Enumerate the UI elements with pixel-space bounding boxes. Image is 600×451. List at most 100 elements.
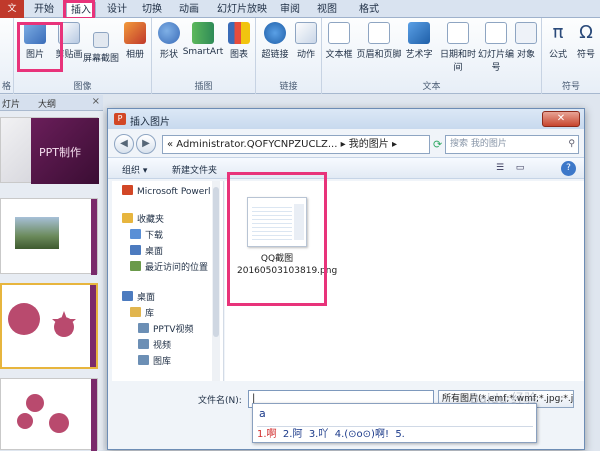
header-footer-icon: [368, 22, 390, 44]
filename-label: 文件名(N):: [198, 396, 242, 406]
watermark: Baidu 经验: [470, 392, 538, 407]
new-folder-button[interactable]: 新建文件夹: [172, 163, 217, 176]
ime-candidate-window: a 1.啊 2.阿 3.吖 4.(⊙o⊙)啊! 5.: [252, 403, 537, 443]
nav-item-desktop[interactable]: 桌面: [130, 245, 223, 260]
smartart-icon: [192, 22, 214, 44]
nav-item-libraries[interactable]: 库: [130, 307, 223, 322]
datetime-button-label: 日期和时间: [439, 50, 476, 73]
ime-composition: a: [259, 407, 266, 420]
powerpoint-icon: P: [114, 113, 126, 125]
shapes-button[interactable]: 形状: [154, 22, 184, 60]
datetime-button[interactable]: 日期和时间: [436, 22, 480, 73]
forward-button[interactable]: ▶: [136, 134, 156, 154]
slide-2-photo: [15, 217, 59, 249]
slide-3-shapes: [8, 303, 76, 337]
nav-item-label: 下载: [145, 231, 164, 241]
recent-places-icon: [130, 261, 141, 271]
tab-view[interactable]: 视图: [313, 2, 341, 18]
wordart-button[interactable]: 艺术字: [402, 22, 436, 60]
slide-thumbnail-3[interactable]: [0, 283, 98, 369]
tab-slideshow[interactable]: 幻灯片放映: [213, 2, 271, 18]
nav-item-label: 最近访问的位置: [145, 263, 209, 273]
group-images-label: 图像: [73, 82, 92, 92]
nav-item-downloads[interactable]: 下载: [130, 229, 223, 244]
nav-item-label: 桌面: [137, 293, 156, 303]
screenshot-button[interactable]: 屏幕截图: [80, 22, 122, 64]
group-symbols: π 公式 Ω 符号 符号: [542, 18, 600, 94]
album-button[interactable]: 相册: [120, 22, 150, 60]
nav-item-label: 收藏夹: [137, 215, 165, 225]
smartart-button-label: SmartArt: [182, 47, 224, 57]
nav-item-favorites[interactable]: 收藏夹: [122, 213, 223, 228]
ime-candidate-5[interactable]: 5.: [395, 429, 405, 440]
album-button-label: 相册: [125, 50, 144, 60]
slide-thumbnail-2[interactable]: [0, 198, 98, 275]
address-bar[interactable]: « Administrator.QOFYCNPZUCLZ... ▸ 我的图片 ▸: [162, 135, 430, 154]
action-button[interactable]: 动作: [292, 22, 320, 60]
preview-pane-icon[interactable]: ▭: [512, 161, 528, 176]
slide-1-title: PPT制作: [39, 146, 81, 159]
group-links-label: 链接: [279, 82, 298, 92]
dialog-title: 插入图片: [130, 117, 170, 128]
nav-item-label: 库: [145, 309, 155, 319]
object-button[interactable]: 对象: [512, 22, 540, 60]
chart-icon: [228, 22, 250, 44]
nav-item-desktop-root[interactable]: 桌面: [122, 291, 223, 306]
object-button-label: 对象: [516, 50, 535, 60]
help-icon[interactable]: ?: [561, 161, 576, 176]
hyperlink-button[interactable]: 超链接: [258, 22, 292, 60]
ime-candidate-2[interactable]: 2.阿: [283, 429, 303, 440]
slide-number-button[interactable]: 幻灯片编号: [478, 22, 514, 73]
organize-button[interactable]: 组织 ▾: [122, 163, 147, 176]
group-links: 超链接 动作 链接: [256, 18, 322, 94]
chart-button-label: 图表: [229, 50, 248, 60]
slide-3-side-bar: [90, 285, 96, 367]
header-footer-button-label: 页眉和页脚: [356, 50, 402, 60]
ime-candidate-3[interactable]: 3.吖: [309, 429, 329, 440]
tab-review[interactable]: 审阅: [276, 2, 304, 18]
slide-thumbnail-1[interactable]: PPT制作: [0, 117, 99, 184]
nav-item-recent[interactable]: 最近访问的位置: [130, 261, 223, 276]
view-options-icon[interactable]: ☰: [492, 161, 508, 176]
nav-item-label: 图库: [153, 357, 172, 367]
close-icon[interactable]: ×: [92, 96, 100, 107]
tab-outline[interactable]: 大纲: [38, 97, 56, 110]
dialog-close-button[interactable]: ✕: [542, 111, 580, 127]
tab-design[interactable]: 设计: [103, 2, 131, 18]
ime-candidate-4[interactable]: 4.(⊙o⊙)啊!: [335, 429, 389, 440]
tab-animations[interactable]: 动画: [175, 2, 203, 18]
highlight-file-item: [227, 172, 327, 306]
slide-2-side-bar: [91, 199, 97, 275]
textbox-button[interactable]: 文本框: [324, 22, 354, 60]
symbol-button[interactable]: Ω 符号: [572, 22, 600, 60]
shapes-button-label: 形状: [159, 50, 178, 60]
nav-scrollbar-thumb[interactable]: [213, 187, 219, 337]
smartart-button[interactable]: SmartArt: [182, 22, 224, 57]
slide-thumbnail-4[interactable]: [0, 378, 98, 451]
header-footer-button[interactable]: 页眉和页脚: [356, 22, 402, 60]
tab-format[interactable]: 格式: [355, 2, 383, 18]
chart-button[interactable]: 图表: [224, 22, 254, 60]
equation-button[interactable]: π 公式: [544, 22, 572, 60]
tab-transitions[interactable]: 切换: [138, 2, 166, 18]
group-partial-label: 格: [1, 82, 11, 92]
ime-candidates: 1.啊 2.阿 3.吖 4.(⊙o⊙)啊! 5.: [257, 426, 533, 441]
album-icon: [124, 22, 146, 44]
tab-slides[interactable]: 灯片: [2, 97, 20, 110]
video-library-icon: [138, 323, 149, 333]
tab-home[interactable]: 开始: [30, 2, 58, 18]
powerpoint-icon: [122, 185, 133, 195]
back-button[interactable]: ◀: [114, 134, 134, 154]
omega-icon: Ω: [579, 22, 593, 43]
slide-thumbnails: PPT制作: [0, 111, 103, 451]
search-placeholder: 搜索 我的图片: [450, 139, 507, 149]
ime-candidate-1[interactable]: 1.啊: [257, 429, 277, 440]
screenshot-button-label: 屏幕截图: [82, 54, 119, 64]
download-icon: [130, 229, 141, 239]
search-icon: ⚲: [568, 139, 575, 149]
search-input[interactable]: 搜索 我的图片 ⚲: [445, 135, 579, 154]
tab-file[interactable]: 文件: [0, 0, 24, 32]
symbol-button-label: 符号: [576, 50, 595, 60]
nav-item-powerpoint[interactable]: Microsoft Powerl: [122, 185, 223, 200]
slide-4-side-bar: [91, 379, 97, 451]
